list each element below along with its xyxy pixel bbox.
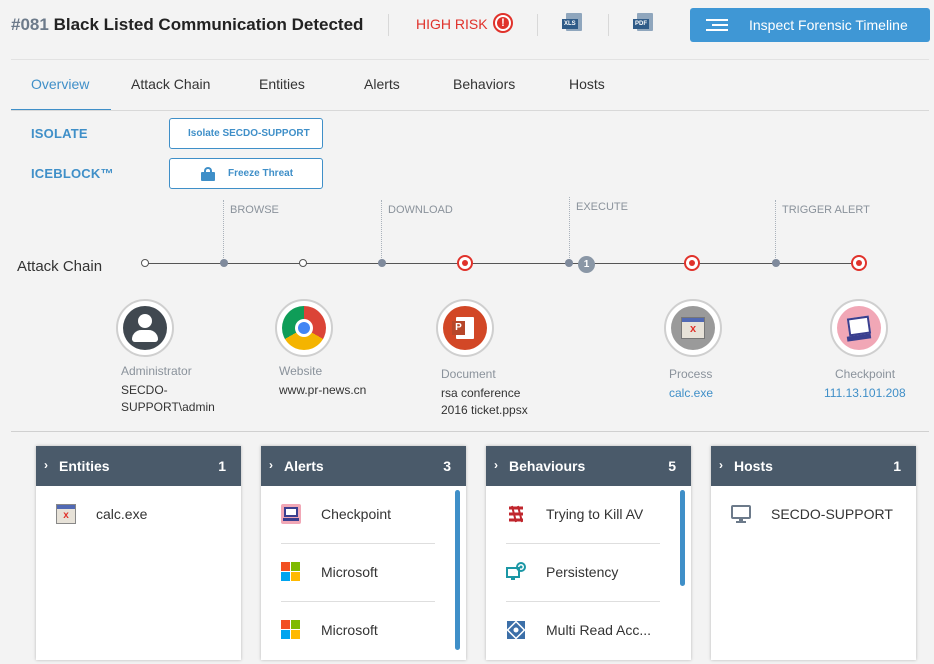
incident-id: #081	[11, 15, 49, 34]
microsoft-icon	[281, 562, 301, 582]
persistency-icon	[506, 562, 526, 582]
tab-behaviors[interactable]: Behaviors	[453, 76, 515, 92]
checkpoint-icon	[281, 504, 301, 524]
entities-panel: › Entities 1 x calc.exe	[36, 446, 241, 660]
behaviours-panel: › Behaviours 5 Trying to Kill AV Persist…	[486, 446, 691, 660]
entity-type: Document	[441, 367, 496, 381]
process-icon: x	[671, 306, 715, 350]
document-entity[interactable]: P	[436, 299, 494, 357]
list-item[interactable]: Microsoft	[261, 602, 456, 660]
stage-browse: BROWSE	[230, 204, 279, 216]
tab-attack-chain[interactable]: Attack Chain	[131, 76, 210, 92]
stage-connector	[569, 197, 570, 260]
entity-type: Administrator	[121, 364, 192, 378]
checkpoint-icon	[837, 306, 881, 350]
entities-panel-header[interactable]: › Entities 1	[36, 446, 241, 486]
hosts-panel: › Hosts 1 SECDO-SUPPORT	[711, 446, 916, 660]
entity-type: Checkpoint	[835, 367, 896, 381]
entity-value: SECDO- SUPPORT\admin	[121, 383, 215, 414]
tab-alerts[interactable]: Alerts	[364, 76, 400, 92]
process-icon: x	[56, 504, 76, 524]
tab-overview[interactable]: Overview	[31, 76, 89, 92]
alert-node[interactable]	[851, 255, 867, 271]
chain-node[interactable]	[299, 259, 307, 267]
tab-entities[interactable]: Entities	[259, 76, 305, 92]
high-risk-icon: !	[493, 13, 513, 33]
multi-read-icon	[506, 620, 526, 640]
chain-step-node	[220, 259, 228, 267]
kill-av-icon	[506, 504, 526, 524]
entity-value-link[interactable]: calc.exe	[669, 385, 713, 402]
alert-node[interactable]	[457, 255, 473, 271]
entity-value: rsa conference 2016 ticket.ppsx	[441, 386, 528, 417]
iceblock-label: ICEBLOCK™	[31, 166, 114, 181]
hosts-panel-header[interactable]: › Hosts 1	[711, 446, 916, 486]
alerts-panel-header[interactable]: › Alerts 3	[261, 446, 466, 486]
chevron-right-icon: ›	[44, 458, 48, 472]
export-pdf-icon[interactable]: PDF	[633, 13, 653, 35]
chevron-right-icon: ›	[269, 458, 273, 472]
tab-hosts[interactable]: Hosts	[569, 76, 605, 92]
list-item[interactable]: x calc.exe	[36, 486, 231, 544]
stage-connector	[381, 200, 382, 260]
process-entity[interactable]: x	[664, 299, 722, 357]
behaviours-panel-header[interactable]: › Behaviours 5	[486, 446, 691, 486]
list-item[interactable]: Microsoft	[261, 544, 456, 602]
header: #081 Black Listed Communication Detected…	[0, 0, 934, 56]
export-xls-icon[interactable]: XLS	[562, 13, 582, 35]
incident-title: #081 Black Listed Communication Detected	[11, 15, 363, 35]
lock-icon	[201, 167, 215, 181]
scrollbar[interactable]	[455, 490, 460, 650]
chain-step-node	[565, 259, 573, 267]
monitor-icon	[731, 504, 751, 524]
attack-chain-line	[145, 263, 860, 264]
risk-level: HIGH RISK	[416, 16, 488, 32]
chrome-icon	[282, 306, 326, 350]
chevron-right-icon: ›	[719, 458, 723, 472]
chain-node[interactable]	[141, 259, 149, 267]
list-item[interactable]: Multi Read Acc...	[486, 602, 681, 660]
divider	[388, 14, 389, 36]
divider	[537, 14, 538, 36]
isolate-label: ISOLATE	[31, 126, 88, 141]
stage-trigger-alert: TRIGGER ALERT	[782, 204, 870, 216]
chain-step-node	[772, 259, 780, 267]
entity-type: Process	[669, 367, 713, 381]
stage-connector	[775, 200, 776, 260]
freeze-threat-button[interactable]: Freeze Threat	[169, 158, 323, 189]
administrator-entity[interactable]	[116, 299, 174, 357]
isolate-host-button[interactable]: Isolate SECDO-SUPPORT	[169, 118, 323, 149]
alerts-panel: › Alerts 3 Checkpoint Microsoft Microsof…	[261, 446, 466, 660]
chevron-right-icon: ›	[494, 458, 498, 472]
tab-bar: Overview Attack Chain Entities Alerts Be…	[11, 60, 929, 112]
inspect-forensic-timeline-button[interactable]: Inspect Forensic Timeline	[690, 8, 930, 42]
chain-step-node	[378, 259, 386, 267]
attack-chain-title: Attack Chain	[17, 258, 103, 275]
list-item[interactable]: Persistency	[486, 544, 681, 602]
stage-download: DOWNLOAD	[388, 204, 453, 216]
powerpoint-icon: P	[443, 306, 487, 350]
scrollbar[interactable]	[680, 490, 685, 586]
section-divider	[11, 431, 929, 432]
user-icon	[123, 306, 167, 350]
entity-value: www.pr-news.cn	[279, 383, 367, 397]
list-item[interactable]: Trying to Kill AV	[486, 486, 681, 544]
microsoft-icon	[281, 620, 301, 640]
divider	[608, 14, 609, 36]
stage-execute: EXECUTE	[576, 201, 628, 213]
entity-type: Website	[279, 364, 323, 378]
list-item[interactable]: SECDO-SUPPORT	[711, 486, 906, 544]
website-entity[interactable]	[275, 299, 333, 357]
incident-name: Black Listed Communication Detected	[53, 15, 364, 34]
stage-connector	[223, 200, 224, 260]
count-badge[interactable]: 1	[578, 256, 595, 273]
list-item[interactable]: Checkpoint	[261, 486, 456, 544]
alert-node[interactable]	[684, 255, 700, 271]
entity-value-link[interactable]: 111.13.101.208	[824, 385, 906, 402]
timeline-icon	[706, 19, 728, 31]
tabs-bottom-line	[11, 110, 929, 111]
checkpoint-entity[interactable]	[830, 299, 888, 357]
